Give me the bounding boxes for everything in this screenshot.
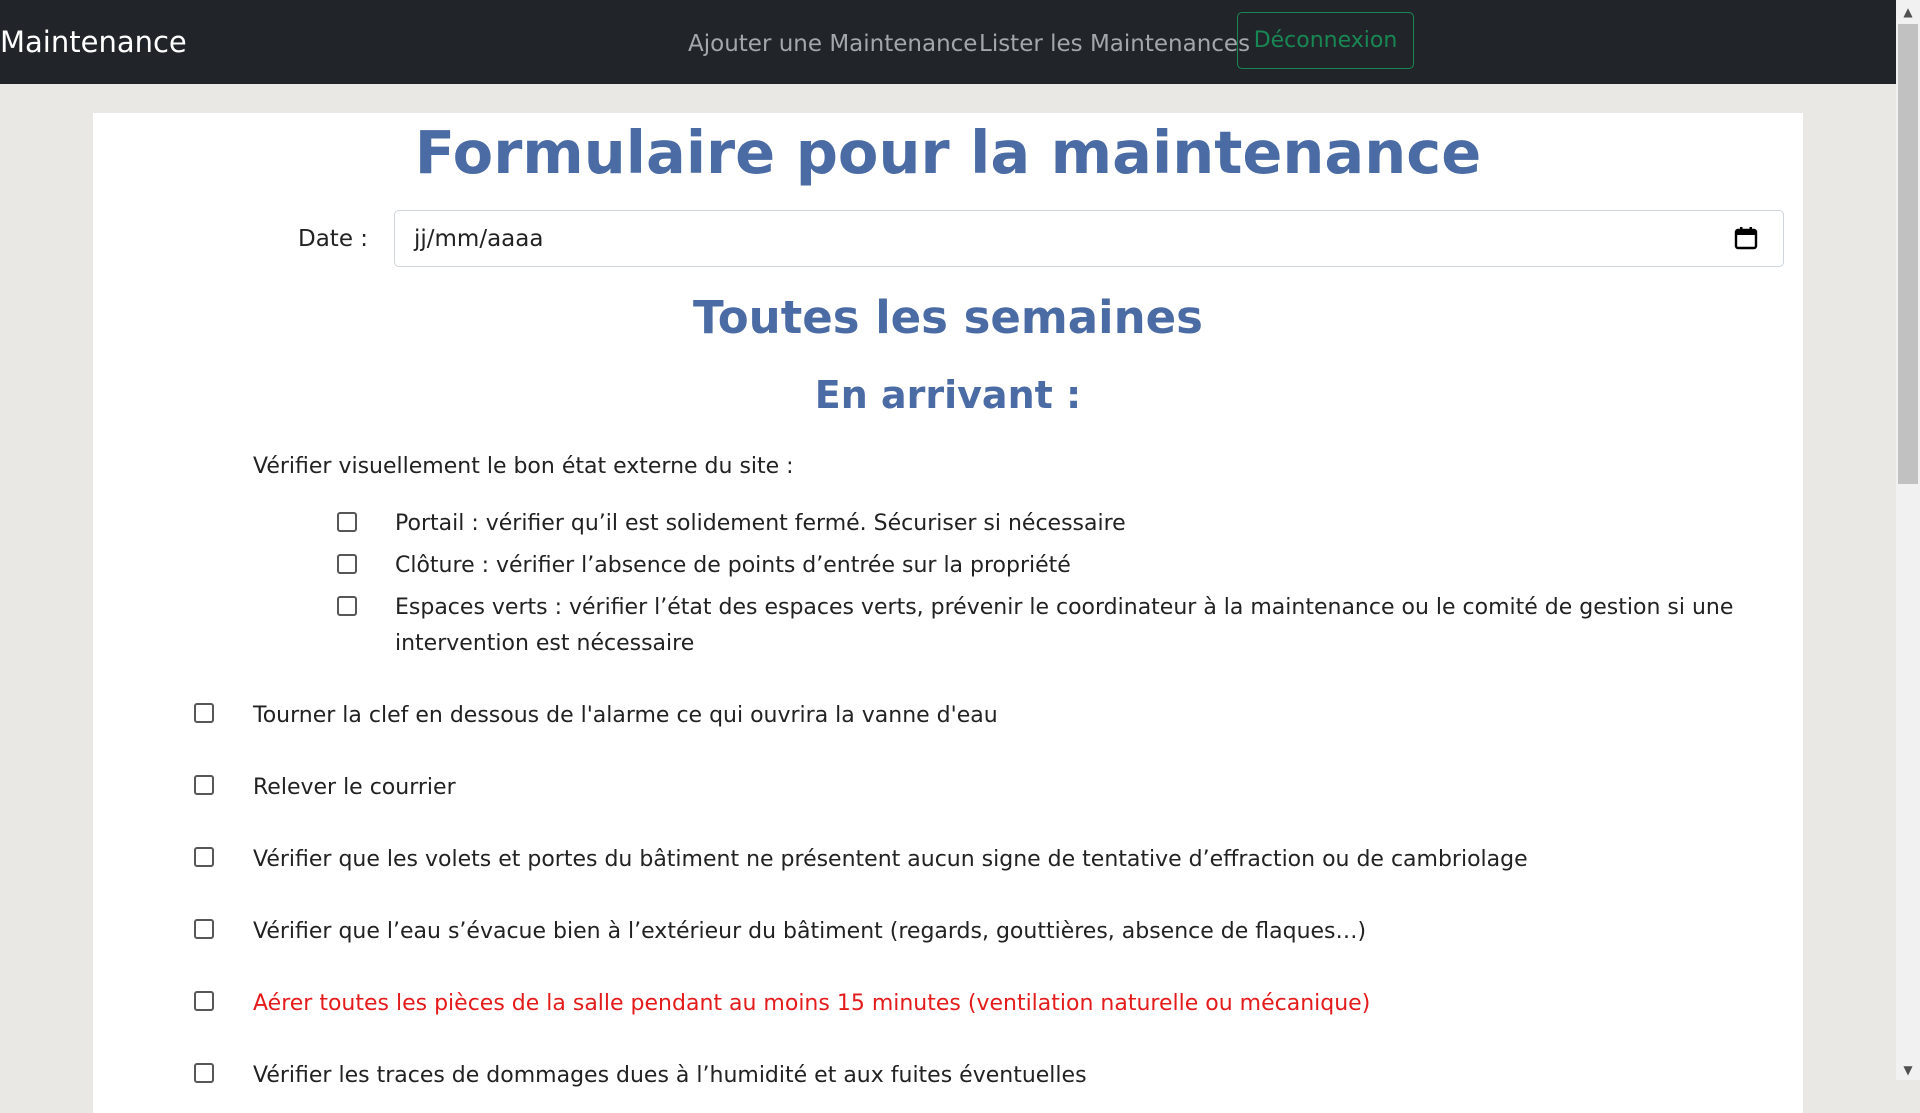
scroll-down-arrow-icon[interactable]: ▼ [1896, 1060, 1920, 1080]
nav-add-maintenance[interactable]: Ajouter une Maintenance [688, 28, 977, 60]
checkbox-portail[interactable] [337, 512, 357, 532]
intro-text: Vérifier visuellement le bon état extern… [253, 454, 794, 479]
sub-item-espaces-verts: Espaces verts : vérifier l’état des espa… [395, 595, 1734, 620]
logout-button[interactable]: Déconnexion [1237, 12, 1414, 69]
checkbox-eau[interactable] [194, 919, 214, 939]
scroll-thumb[interactable] [1898, 24, 1918, 484]
top-navbar: Maintenance Ajouter une Maintenance List… [0, 0, 1896, 84]
date-placeholder: jj/mm/aaaa [414, 226, 544, 252]
scroll-up-arrow-icon[interactable]: ▲ [1896, 2, 1920, 22]
date-input[interactable]: jj/mm/aaaa [394, 210, 1784, 267]
checkbox-cloture[interactable] [337, 554, 357, 574]
maintenance-form-card: Formulaire pour la maintenance Date : jj… [93, 113, 1803, 1113]
checkbox-aerer[interactable] [194, 991, 214, 1011]
calendar-icon[interactable] [1733, 225, 1759, 251]
item-courrier: Relever le courrier [253, 775, 456, 800]
item-aerer: Aérer toutes les pièces de la salle pend… [253, 991, 1371, 1016]
page-title: Formulaire pour la maintenance [414, 118, 1482, 187]
nav-list-maintenances[interactable]: Lister les Maintenances [979, 28, 1250, 60]
sub-section-title: En arrivant : [814, 373, 1082, 417]
item-clef: Tourner la clef en dessous de l'alarme c… [253, 703, 998, 728]
sub-item-portail: Portail : vérifier qu’il est solidement … [395, 511, 1126, 536]
item-humidite: Vérifier les traces de dommages dues à l… [253, 1063, 1087, 1088]
sub-item-cloture: Clôture : vérifier l’absence de points d… [395, 553, 1071, 578]
vertical-scrollbar[interactable]: ▲ ▼ [1896, 0, 1920, 1080]
checkbox-clef[interactable] [194, 703, 214, 723]
checkbox-humidite[interactable] [194, 1063, 214, 1083]
sub-item-espaces-verts-continued: intervention est nécessaire [395, 631, 695, 656]
checkbox-volets[interactable] [194, 847, 214, 867]
item-eau: Vérifier que l’eau s’évacue bien à l’ext… [253, 919, 1367, 944]
checkbox-espaces-verts[interactable] [337, 596, 357, 616]
checkbox-courrier[interactable] [194, 775, 214, 795]
navbar-brand[interactable]: Maintenance [0, 24, 187, 60]
section-title: Toutes les semaines [693, 291, 1203, 344]
date-label: Date : [298, 226, 369, 252]
item-volets: Vérifier que les volets et portes du bât… [253, 847, 1528, 872]
